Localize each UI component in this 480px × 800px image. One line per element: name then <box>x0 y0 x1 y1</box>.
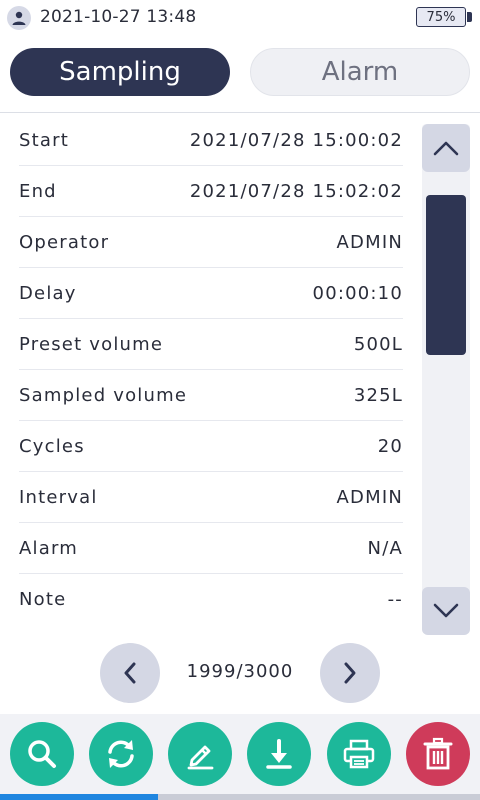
row-label: Interval <box>19 486 98 508</box>
record-pager: 1999/3000 <box>0 643 480 703</box>
user-icon[interactable] <box>7 6 31 30</box>
print-button[interactable] <box>327 722 391 786</box>
row-label: Cycles <box>19 435 85 457</box>
edit-icon <box>187 745 214 770</box>
header-divider <box>0 112 480 113</box>
row-value: 2021/07/28 15:02:02 <box>189 180 403 202</box>
row-value: ADMIN <box>336 231 403 253</box>
download-button[interactable] <box>247 722 311 786</box>
row-value: N/A <box>367 537 403 559</box>
record-row-interval: Interval ADMIN <box>19 472 403 523</box>
battery-percent: 75% <box>426 9 456 25</box>
chevron-right-icon <box>344 662 356 684</box>
refresh-icon <box>108 740 134 768</box>
tab-alarm-label: Alarm <box>321 57 399 87</box>
row-label: Sampled volume <box>19 384 188 406</box>
previous-record-button[interactable] <box>100 643 160 703</box>
battery-indicator: 75% <box>416 7 466 27</box>
row-value: 2021/07/28 15:00:02 <box>189 129 403 151</box>
record-row-delay: Delay 00:00:10 <box>19 268 403 319</box>
scroll-up-button[interactable] <box>422 124 470 172</box>
row-value: 20 <box>377 435 403 457</box>
delete-button[interactable] <box>406 722 470 786</box>
record-row-cycles: Cycles 20 <box>19 421 403 472</box>
progress-bar-fill <box>0 794 159 800</box>
download-icon <box>266 739 292 769</box>
chevron-down-icon <box>433 603 459 618</box>
status-bar: 2021-10-27 13:48 75% <box>0 0 480 36</box>
record-list: Start 2021/07/28 15:00:02 End 2021/07/28… <box>19 115 403 625</box>
tab-sampling[interactable]: Sampling <box>10 48 230 96</box>
record-row-operator: Operator ADMIN <box>19 217 403 268</box>
chevron-up-icon <box>433 141 459 156</box>
record-row-sampled-volume: Sampled volume 325L <box>19 370 403 421</box>
progress-bar <box>0 794 480 800</box>
refresh-button[interactable] <box>89 722 153 786</box>
search-button[interactable] <box>10 722 74 786</box>
status-datetime: 2021-10-27 13:48 <box>40 7 197 27</box>
row-value: 500L <box>353 333 403 355</box>
edit-button[interactable] <box>168 722 232 786</box>
chevron-left-icon <box>124 662 136 684</box>
record-row-end: End 2021/07/28 15:02:02 <box>19 166 403 217</box>
page-counter: 1999/3000 <box>186 661 294 682</box>
tab-alarm[interactable]: Alarm <box>250 48 470 96</box>
row-value: 325L <box>353 384 403 406</box>
row-label: Alarm <box>19 537 78 559</box>
row-label: Note <box>19 589 67 610</box>
record-row-start: Start 2021/07/28 15:00:02 <box>19 115 403 166</box>
record-row-note: Note -- <box>19 574 403 625</box>
next-record-button[interactable] <box>320 643 380 703</box>
tab-sampling-label: Sampling <box>59 57 181 87</box>
search-icon <box>28 740 56 768</box>
row-label: Operator <box>19 231 110 253</box>
battery-icon-nub <box>467 12 472 22</box>
row-label: Preset volume <box>19 333 164 355</box>
row-label: Start <box>19 129 69 151</box>
record-row-preset-volume: Preset volume 500L <box>19 319 403 370</box>
row-label: Delay <box>19 282 77 304</box>
print-icon <box>343 739 375 769</box>
row-value: 00:00:10 <box>312 282 403 304</box>
row-value: ADMIN <box>336 486 403 508</box>
trash-icon <box>423 737 453 770</box>
row-label: End <box>19 180 57 202</box>
action-toolbar <box>0 714 480 794</box>
record-row-alarm: Alarm N/A <box>19 523 403 574</box>
scroll-down-button[interactable] <box>422 587 470 635</box>
row-value: -- <box>387 589 403 610</box>
scrollbar-thumb[interactable] <box>426 195 466 355</box>
